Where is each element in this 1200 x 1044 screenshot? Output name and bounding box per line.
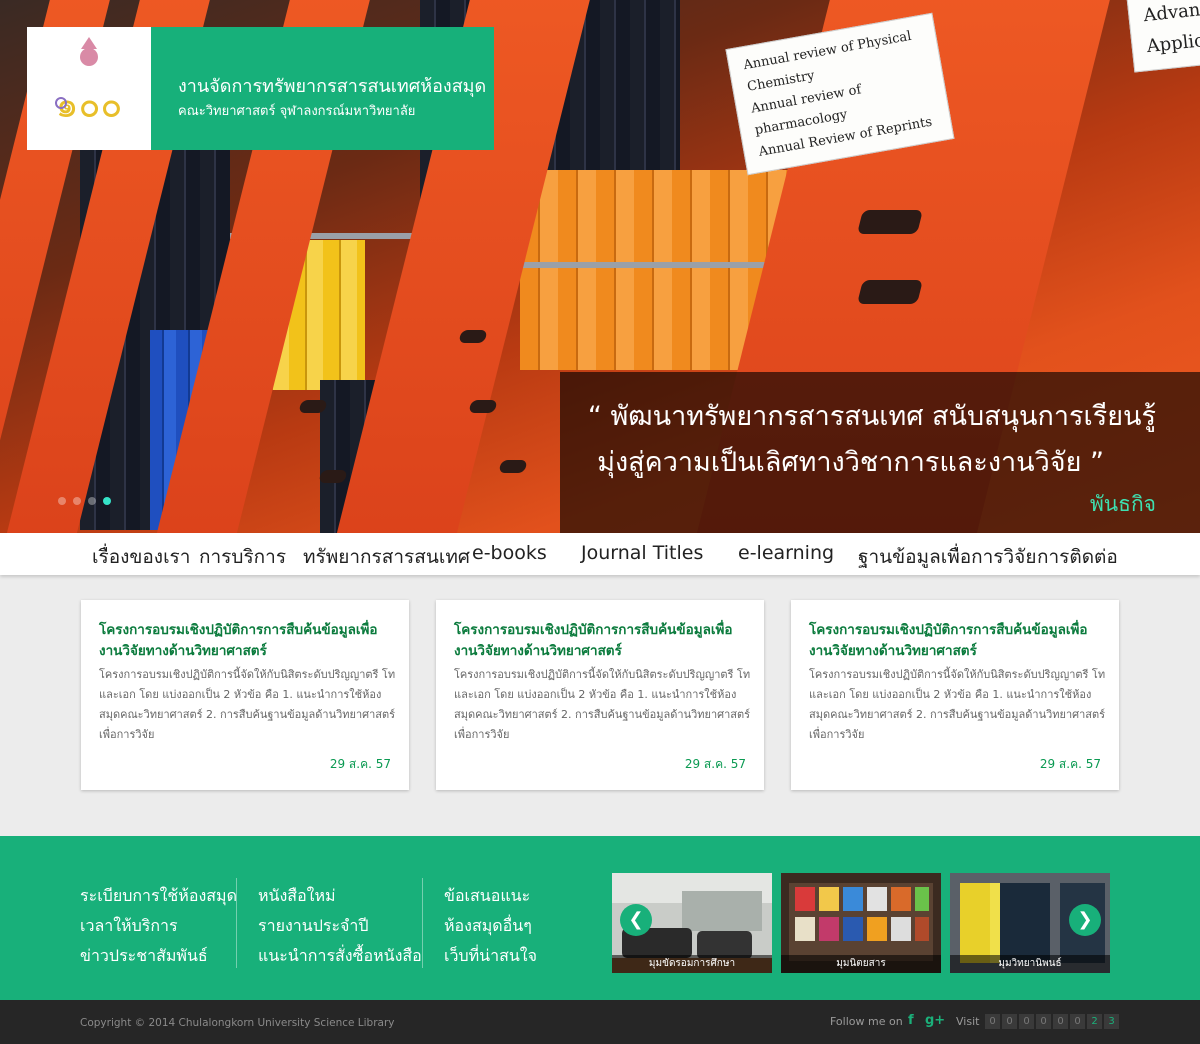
hero-shelf-hole	[857, 210, 923, 234]
nav-services[interactable]: การบริการ	[199, 542, 286, 572]
mission-quote-line2: มุ่งสู่ความเป็นเลิศทางวิชาการและงานวิจัย…	[597, 447, 1104, 478]
hero-shelf-hole	[468, 400, 498, 413]
news-card-body: โครงการอบรมเชิงปฏิบัติการนี้จัดให้กับนิส…	[99, 668, 396, 741]
facebook-icon[interactable]: f	[908, 1013, 914, 1028]
hero-corner-label: Advanc Applic	[1126, 0, 1200, 73]
mission-label: พันธกิจ	[1089, 492, 1156, 516]
counter-digit: 0	[1002, 1014, 1017, 1029]
footer-link-hours[interactable]: เวลาให้บริการ	[80, 912, 237, 942]
counter-digit: 0	[1019, 1014, 1034, 1029]
gallery-caption: มุมวิทยานิพนธ์	[950, 955, 1110, 973]
footer-col-2: หนังสือใหม่ รายงานประจำปี แนะนำการสั่งซื…	[258, 882, 422, 972]
nav-resources[interactable]: ทรัพยากรสารสนเทศ	[303, 542, 470, 572]
nav-about[interactable]: เรื่องของเรา	[92, 542, 190, 572]
site-title-block[interactable]: งานจัดการทรัพยากรสารสนเทศห้องสมุด คณะวิท…	[151, 27, 494, 150]
follow-label: Follow me on	[830, 1015, 903, 1028]
footer-link-websites[interactable]: เว็บที่น่าสนใจ	[444, 942, 537, 972]
site-subtitle: คณะวิทยาศาสตร์ จุฬาลงกรณ์มหาวิทยาลัย	[178, 104, 416, 119]
news-card-date: 29 ส.ค. 57	[1039, 757, 1101, 771]
news-card-date: 29 ส.ค. 57	[684, 757, 746, 771]
slider-dot[interactable]	[73, 497, 81, 505]
visit-label: Visit	[956, 1015, 980, 1028]
chevron-right-icon: ❯	[1077, 909, 1093, 930]
mission-quote-line1: “ พัฒนาทรัพยากรสารสนเทศ สนับสนุนการเรียน…	[587, 401, 1156, 432]
footer-link-feedback[interactable]: ข้อเสนอแนะ	[444, 882, 537, 912]
footer-bar: Copyright © 2014 Chulalongkorn Universit…	[0, 1000, 1200, 1044]
counter-digit: 3	[1104, 1014, 1119, 1029]
logo-emblem-icon: ๑๐๐	[55, 37, 122, 126]
slider-dots	[58, 497, 111, 505]
news-card[interactable]: โครงการอบรมเชิงปฏิบัติการการสืบค้นข้อมูล…	[791, 600, 1119, 790]
footer-link-news[interactable]: ข่าวประชาสัมพันธ์	[80, 942, 237, 972]
site-logo[interactable]: ๑๐๐	[27, 27, 151, 150]
gallery-caption: มุมขัดรอมการศึกษา	[612, 955, 772, 973]
news-card-date: 29 ส.ค. 57	[329, 757, 391, 771]
footer-link-rules[interactable]: ระเบียบการใช้ห้องสมุด	[80, 882, 237, 912]
footer-col-3: ข้อเสนอแนะ ห้องสมุดอื่นๆ เว็บที่น่าสนใจ	[444, 882, 537, 972]
hero-shelf-hole	[857, 280, 923, 304]
gallery-next-button[interactable]: ❯	[1069, 904, 1101, 936]
visit-counter: 0 0 0 0 0 0 2 3	[985, 1014, 1119, 1029]
gallery-caption: มุมนิตยสาร	[781, 955, 941, 973]
slider-dot-active[interactable]	[103, 497, 111, 505]
news-card[interactable]: โครงการอบรมเชิงปฏิบัติการการสืบค้นข้อมูล…	[436, 600, 764, 790]
counter-digit: 0	[1070, 1014, 1085, 1029]
chevron-left-icon: ❮	[628, 909, 644, 930]
news-card-title[interactable]: โครงการอบรมเชิงปฏิบัติการการสืบค้นข้อมูล…	[454, 620, 754, 662]
footer-divider	[422, 878, 423, 968]
footer-link-book-request[interactable]: แนะนำการสั่งซื้อหนังสือ	[258, 942, 422, 972]
nav-ebooks[interactable]: e-books	[472, 542, 547, 564]
google-plus-icon[interactable]: g+	[925, 1013, 945, 1028]
news-card-title[interactable]: โครงการอบรมเชิงปฏิบัติการการสืบค้นข้อมูล…	[99, 620, 399, 662]
nav-research-databases[interactable]: ฐานข้อมูลเพื่อการวิจัย	[858, 542, 1036, 572]
nav-journal-titles[interactable]: Journal Titles	[581, 542, 703, 564]
news-card-title[interactable]: โครงการอบรมเชิงปฏิบัติการการสืบค้นข้อมูล…	[809, 620, 1109, 662]
slider-dot[interactable]	[88, 497, 96, 505]
gallery-thumb[interactable]: มุมนิตยสาร	[781, 873, 941, 973]
footer-link-annual-report[interactable]: รายงานประจำปี	[258, 912, 422, 942]
news-card[interactable]: โครงการอบรมเชิงปฏิบัติการการสืบค้นข้อมูล…	[81, 600, 409, 790]
footer-divider	[236, 878, 237, 968]
counter-digit: 0	[1036, 1014, 1051, 1029]
footer-links-section: ระเบียบการใช้ห้องสมุด เวลาให้บริการ ข่าว…	[0, 836, 1200, 1000]
main-nav: เรื่องของเรา การบริการ ทรัพยากรสารสนเทศ …	[0, 533, 1200, 575]
copyright-text: Copyright © 2014 Chulalongkorn Universit…	[80, 1017, 395, 1029]
footer-link-new-books[interactable]: หนังสือใหม่	[258, 882, 422, 912]
gallery-prev-button[interactable]: ❮	[620, 904, 652, 936]
nav-contact[interactable]: การติดต่อ	[1037, 542, 1118, 572]
mission-overlay: “ พัฒนาทรัพยากรสารสนเทศ สนับสนุนการเรียน…	[560, 372, 1200, 533]
counter-digit: 0	[1053, 1014, 1068, 1029]
site-title: งานจัดการทรัพยากรสารสนเทศห้องสมุด	[178, 76, 487, 97]
news-card-body: โครงการอบรมเชิงปฏิบัติการนี้จัดให้กับนิส…	[454, 668, 751, 741]
slider-dot[interactable]	[58, 497, 66, 505]
footer-link-other-libraries[interactable]: ห้องสมุดอื่นๆ	[444, 912, 537, 942]
counter-digit: 2	[1087, 1014, 1102, 1029]
news-card-body: โครงการอบรมเชิงปฏิบัติการนี้จัดให้กับนิส…	[809, 668, 1106, 741]
hero-shelf-hole	[498, 460, 528, 473]
counter-digit: 0	[985, 1014, 1000, 1029]
footer-col-1: ระเบียบการใช้ห้องสมุด เวลาให้บริการ ข่าว…	[80, 882, 237, 972]
hero-slider: Annual review of Physical Chemistry Annu…	[0, 0, 1200, 533]
nav-elearning[interactable]: e-learning	[738, 542, 834, 564]
